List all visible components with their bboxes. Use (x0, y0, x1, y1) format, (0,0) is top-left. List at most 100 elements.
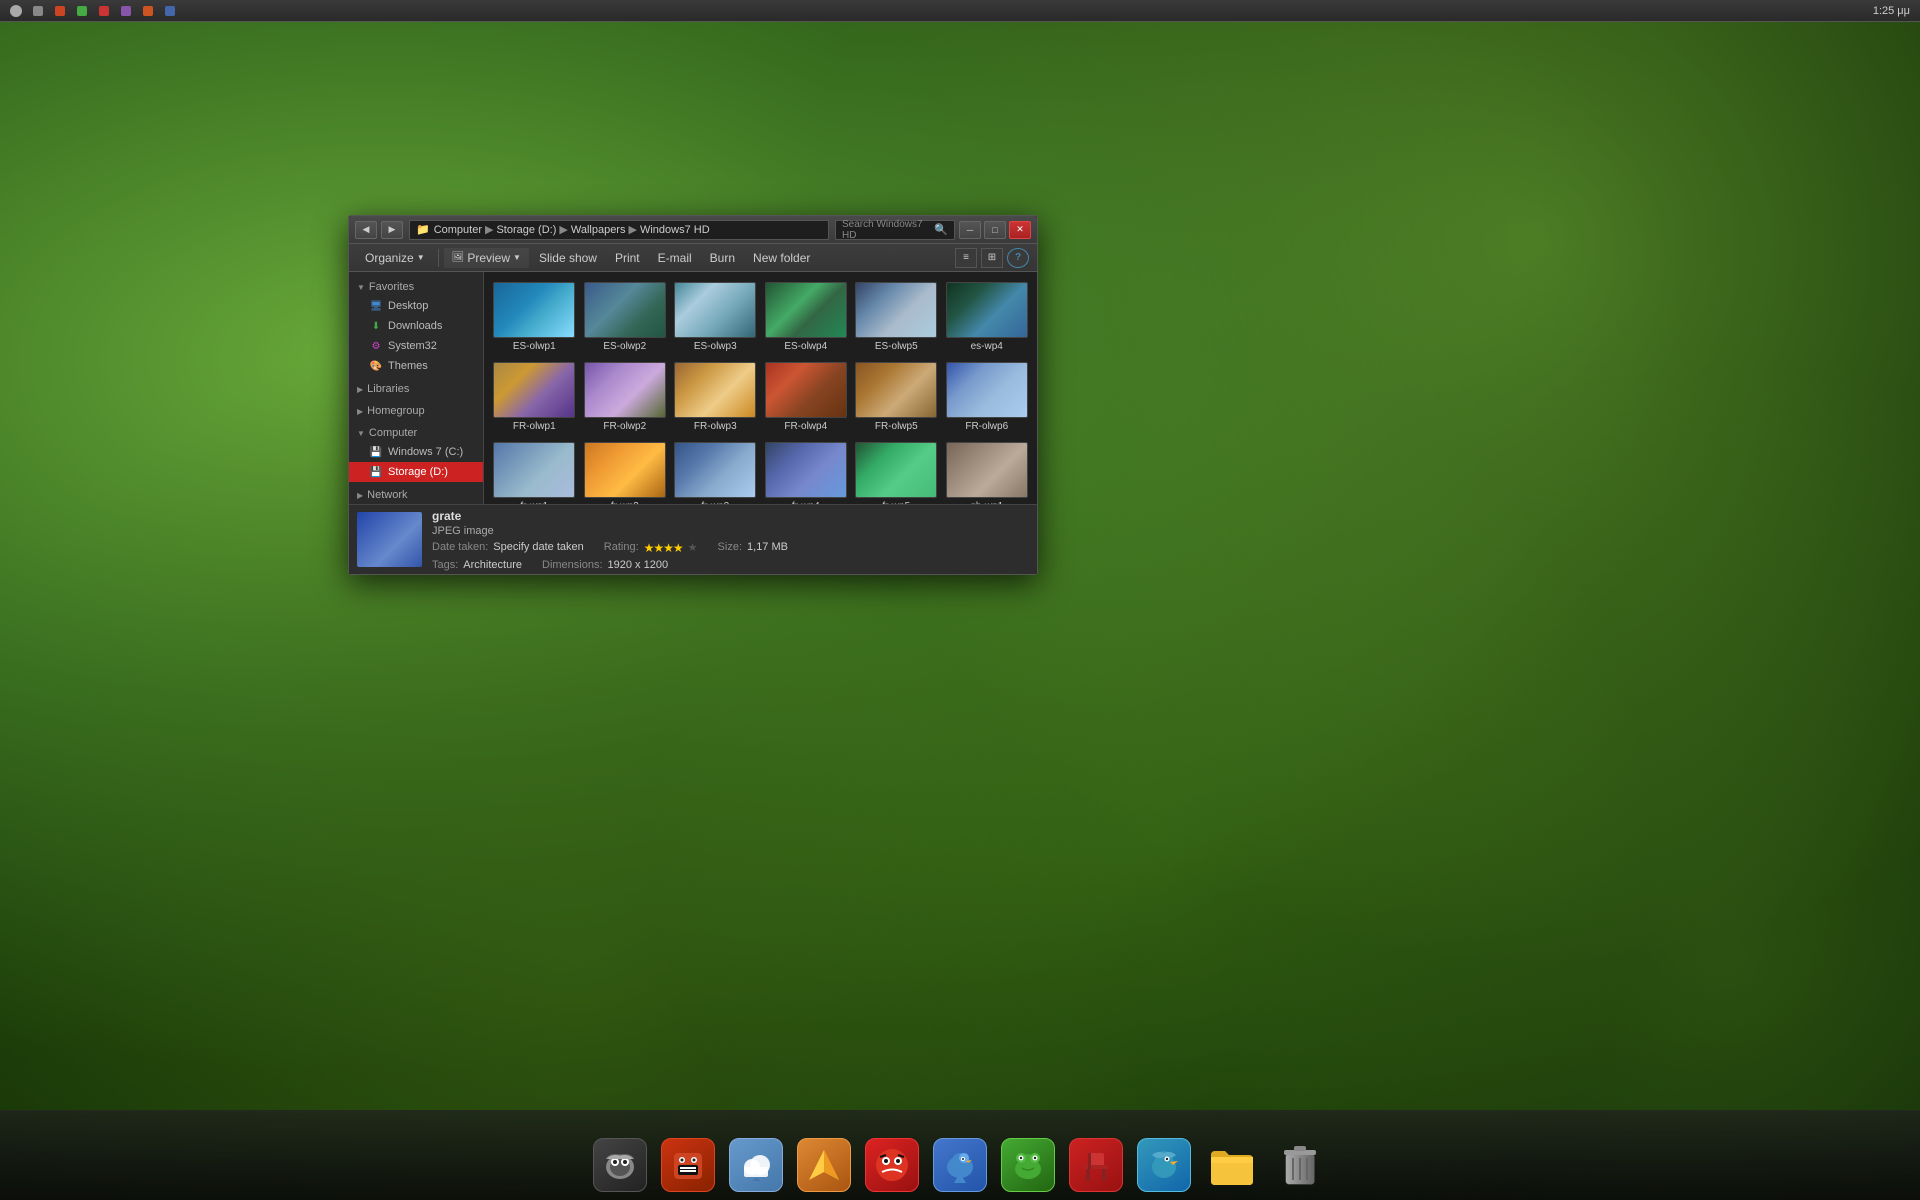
view-details-button[interactable]: ≡ (955, 248, 977, 268)
file-thumbnail (584, 362, 666, 418)
organize-button[interactable]: Organize ▼ (357, 248, 433, 268)
sidebar-item-downloads[interactable]: ⬇ Downloads (349, 316, 483, 336)
sidebar-item-desktop[interactable]: 🖥 Desktop (349, 296, 483, 316)
status-tags: Tags: Architecture (432, 559, 522, 571)
new-folder-button[interactable]: New folder (745, 248, 818, 268)
sidebar-homegroup-header[interactable]: ▶ Homegroup (349, 402, 483, 420)
email-button[interactable]: E-mail (650, 248, 700, 268)
chair-dock-icon[interactable] (1066, 1135, 1126, 1195)
file-item[interactable]: FR-olwp1 (490, 358, 579, 436)
arrow-dock-icon[interactable] (794, 1135, 854, 1195)
sidebar-downloads-label: Downloads (388, 320, 442, 332)
organize-chevron: ▼ (417, 253, 425, 262)
maximize-button[interactable]: □ (984, 221, 1006, 239)
file-thumbnail (493, 442, 575, 498)
preview-button[interactable]: 🖼 Preview ▼ (444, 248, 529, 268)
file-item[interactable]: FR-olwp5 (852, 358, 941, 436)
minimize-button[interactable]: ─ (959, 221, 981, 239)
app-icon-4[interactable] (96, 3, 112, 19)
folder-dock-icon[interactable] (1202, 1135, 1262, 1195)
app-icon-2[interactable] (52, 3, 68, 19)
status-date: Date taken: Specify date taken (432, 541, 584, 555)
bottom-dock: ☁ (0, 1110, 1920, 1200)
breadcrumb-wallpapers[interactable]: Wallpapers (571, 224, 626, 236)
preview-label: Preview (467, 251, 510, 265)
file-name: ES-olwp5 (875, 341, 918, 352)
file-item[interactable]: fr-wp5 (852, 438, 941, 504)
face-dock-icon[interactable] (862, 1135, 922, 1195)
breadcrumb-folder[interactable]: Windows7 HD (640, 224, 710, 236)
homegroup-chevron: ▶ (357, 407, 363, 416)
close-button[interactable]: ✕ (1009, 221, 1031, 239)
slideshow-button[interactable]: Slide show (531, 248, 605, 268)
address-bar[interactable]: 📁 Computer ▶ Storage (D:) ▶ Wallpapers ▶… (409, 220, 829, 240)
file-item[interactable]: ES-olwp5 (852, 278, 941, 356)
file-item[interactable]: ES-olwp3 (671, 278, 760, 356)
system32-icon: ⚙ (369, 339, 383, 353)
bird-dock-icon[interactable] (930, 1135, 990, 1195)
apple-icon[interactable] (8, 3, 24, 19)
app-icon-6[interactable] (140, 3, 156, 19)
search-icon[interactable]: 🔍 (934, 223, 948, 236)
file-item[interactable]: FR-olwp4 (762, 358, 851, 436)
file-item[interactable]: ES-olwp2 (581, 278, 670, 356)
file-item[interactable]: fr-wp2 (581, 438, 670, 504)
file-item[interactable]: ES-olwp4 (762, 278, 851, 356)
file-thumbnail (855, 362, 937, 418)
app-icon-7[interactable] (162, 3, 178, 19)
favorites-label: Favorites (369, 281, 414, 293)
burn-label: Burn (710, 251, 735, 265)
app-icon-1[interactable] (30, 3, 46, 19)
preview-icon: 🖼 (452, 252, 465, 263)
domo-dock-icon[interactable] (658, 1135, 718, 1195)
taskbar-right: 1:25 μμ (1873, 5, 1920, 17)
sidebar-item-windows7c[interactable]: 💾 Windows 7 (C:) (349, 442, 483, 462)
sidebar-network-header[interactable]: ▶ Network (349, 486, 483, 504)
file-name: FR-olwp6 (965, 421, 1008, 432)
file-item[interactable]: FR-olwp2 (581, 358, 670, 436)
app-icon-3[interactable] (74, 3, 90, 19)
file-thumbnail (674, 282, 756, 338)
sidebar-favorites-header[interactable]: ▼ Favorites (349, 278, 483, 296)
file-item[interactable]: FR-olwp6 (943, 358, 1032, 436)
file-item[interactable]: es-wp4 (943, 278, 1032, 356)
file-item[interactable]: fr-wp4 (762, 438, 851, 504)
view-icons-button[interactable]: ⊞ (981, 248, 1003, 268)
forward-button[interactable]: ▶ (381, 221, 403, 239)
sidebar-computer-header[interactable]: ▼ Computer (349, 424, 483, 442)
search-placeholder: Search Windows7 HD (842, 219, 934, 241)
bird2-dock-icon[interactable] (1134, 1135, 1194, 1195)
breadcrumb-computer[interactable]: Computer (434, 224, 482, 236)
sidebar-item-themes[interactable]: 🎨 Themes (349, 356, 483, 376)
app-icon-5[interactable] (118, 3, 134, 19)
sidebar-storageD-label: Storage (D:) (388, 466, 448, 478)
file-thumbnail (855, 282, 937, 338)
file-item[interactable]: fr-wp1 (490, 438, 579, 504)
file-item[interactable]: ES-olwp1 (490, 278, 579, 356)
breadcrumb-drive[interactable]: Storage (D:) (496, 224, 556, 236)
sep3: ▶ (628, 223, 636, 236)
sidebar-libraries-header[interactable]: ▶ Libraries (349, 380, 483, 398)
homegroup-label: Homegroup (367, 405, 424, 417)
print-button[interactable]: Print (607, 248, 648, 268)
file-area[interactable]: ES-olwp1ES-olwp2ES-olwp3ES-olwp4 ES-olwp5… (484, 272, 1037, 504)
file-item[interactable]: gb-wp1 (943, 438, 1032, 504)
burn-button[interactable]: Burn (702, 248, 743, 268)
file-item[interactable]: FR-olwp3 (671, 358, 760, 436)
status-thumbnail (357, 512, 422, 567)
window-nav: ◀ ▶ (355, 221, 403, 239)
file-name: FR-olwp2 (603, 421, 646, 432)
cloud-dock-icon[interactable]: ☁ (726, 1135, 786, 1195)
network-label: Network (367, 489, 407, 501)
search-box[interactable]: Search Windows7 HD 🔍 (835, 220, 955, 240)
help-button[interactable]: ? (1007, 248, 1029, 268)
trash-dock-icon[interactable] (1270, 1135, 1330, 1195)
sidebar-item-storageD[interactable]: 💾 Storage (D:) (349, 462, 483, 482)
frog-dock-icon[interactable] (998, 1135, 1058, 1195)
back-button[interactable]: ◀ (355, 221, 377, 239)
badger-dock-icon[interactable] (590, 1135, 650, 1195)
email-label: E-mail (658, 251, 692, 265)
file-grid: ES-olwp1ES-olwp2ES-olwp3ES-olwp4 ES-olwp5… (488, 276, 1033, 504)
sidebar-item-system32[interactable]: ⚙ System32 (349, 336, 483, 356)
file-item[interactable]: fr-wp3 (671, 438, 760, 504)
